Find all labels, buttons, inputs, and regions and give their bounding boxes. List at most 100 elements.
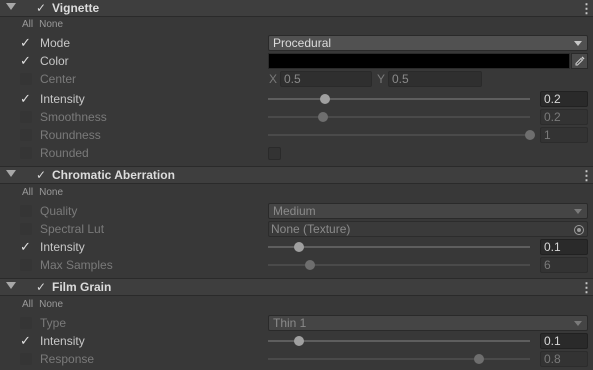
all-none-toggle: All None	[22, 299, 69, 310]
intensity-slider-track[interactable]	[268, 340, 530, 342]
property-row-intensity: Intensity 0.2	[0, 90, 593, 108]
property-label: Intensity	[40, 240, 85, 254]
field-value: 1	[544, 128, 551, 142]
roundness-slider-thumb[interactable]	[525, 130, 535, 140]
property-label: Mode	[40, 36, 71, 50]
all-link[interactable]: All	[22, 187, 33, 198]
property-row-intensity: Intensity 0.1	[0, 332, 593, 350]
response-slider-track[interactable]	[268, 358, 530, 360]
field-value: 0.1	[544, 240, 561, 254]
foldout-triangle-icon[interactable]	[6, 3, 16, 10]
eyedropper-button[interactable]	[571, 53, 588, 69]
film-grain-enabled-checkbox[interactable]: ✓	[36, 281, 48, 293]
section-title: Chromatic Aberration	[52, 168, 175, 182]
override-checkbox[interactable]	[20, 35, 32, 51]
property-row-spectral-lut: Spectral Lut None (Texture)	[0, 220, 593, 238]
chromatic-aberration-enabled-checkbox[interactable]: ✓	[36, 169, 48, 181]
all-none-toggle: All None	[22, 19, 69, 30]
section-header-vignette[interactable]: ✓ Vignette ⋮	[0, 0, 593, 17]
intensity-input[interactable]: 0.1	[540, 333, 588, 349]
y-label: Y	[377, 72, 386, 86]
smoothness-slider-thumb[interactable]	[318, 112, 328, 122]
spectral-lut-object-field[interactable]: None (Texture)	[268, 221, 588, 237]
all-link[interactable]: All	[22, 19, 33, 30]
vignette-enabled-checkbox[interactable]: ✓	[36, 2, 48, 14]
dropdown-value: Procedural	[273, 36, 332, 50]
intensity-input[interactable]: 0.2	[540, 91, 588, 107]
foldout-triangle-icon[interactable]	[6, 170, 16, 177]
override-checkbox[interactable]	[20, 333, 32, 349]
property-label: Quality	[40, 204, 78, 218]
override-checkbox[interactable]	[20, 239, 32, 255]
none-link[interactable]: None	[39, 299, 63, 310]
property-label: Color	[40, 54, 69, 68]
roundness-slider-track[interactable]	[268, 134, 530, 136]
intensity-slider-track[interactable]	[268, 98, 530, 100]
response-input[interactable]: 0.8	[540, 351, 588, 367]
property-row-mode: Mode Procedural	[0, 34, 593, 52]
field-value: 0.2	[544, 110, 561, 124]
foldout-triangle-icon[interactable]	[6, 282, 16, 289]
override-checkbox[interactable]	[20, 147, 32, 159]
dropdown-value: Medium	[273, 204, 316, 218]
color-swatch-field[interactable]	[268, 53, 570, 69]
center-x-input[interactable]: 0.5	[280, 71, 372, 87]
intensity-slider-thumb[interactable]	[294, 336, 304, 346]
override-checkbox[interactable]	[20, 91, 32, 107]
property-row-intensity: Intensity 0.1	[0, 238, 593, 256]
kebab-menu-icon[interactable]: ⋮	[580, 280, 593, 295]
override-checkbox[interactable]	[20, 53, 32, 69]
override-checkbox[interactable]	[20, 73, 32, 85]
override-checkbox[interactable]	[20, 223, 32, 235]
property-label: Spectral Lut	[40, 222, 105, 236]
intensity-slider-thumb[interactable]	[294, 242, 304, 252]
type-dropdown[interactable]: Thin 1	[268, 315, 588, 331]
field-value: 0.2	[544, 92, 561, 106]
response-slider-thumb[interactable]	[474, 354, 484, 364]
property-row-rounded: Rounded	[0, 144, 593, 162]
intensity-input[interactable]: 0.1	[540, 239, 588, 255]
kebab-menu-icon[interactable]: ⋮	[580, 168, 593, 183]
property-row-max-samples: Max Samples 6	[0, 256, 593, 274]
mode-dropdown[interactable]: Procedural	[268, 35, 588, 51]
rounded-toggle[interactable]	[268, 147, 281, 160]
property-row-smoothness: Smoothness 0.2	[0, 108, 593, 126]
eyedropper-icon	[575, 56, 585, 66]
override-checkbox[interactable]	[20, 205, 32, 217]
property-row-center: Center X 0.5 Y 0.5	[0, 70, 593, 88]
section-title: Film Grain	[52, 280, 112, 294]
property-row-response: Response 0.8	[0, 350, 593, 368]
max-samples-input[interactable]: 6	[540, 257, 588, 273]
none-link[interactable]: None	[39, 19, 63, 30]
property-row-color: Color	[0, 52, 593, 70]
intensity-slider-track[interactable]	[268, 246, 530, 248]
field-value: 0.5	[284, 72, 301, 86]
kebab-menu-icon[interactable]: ⋮	[580, 1, 593, 16]
chevron-down-icon	[574, 41, 582, 46]
property-label: Rounded	[40, 146, 89, 160]
property-label: Center	[40, 72, 77, 86]
override-checkbox[interactable]	[20, 111, 32, 123]
chevron-down-icon	[574, 321, 582, 326]
override-checkbox[interactable]	[20, 129, 32, 141]
property-label: Smoothness	[40, 110, 107, 124]
object-target-icon[interactable]	[574, 225, 584, 235]
none-link[interactable]: None	[39, 187, 63, 198]
field-value: None (Texture)	[271, 222, 351, 236]
property-row-quality: Quality Medium	[0, 202, 593, 220]
smoothness-slider-track[interactable]	[268, 116, 530, 118]
section-header-film-grain[interactable]: ✓ Film Grain ⋮	[0, 278, 593, 296]
smoothness-input[interactable]: 0.2	[540, 109, 588, 125]
override-checkbox[interactable]	[20, 353, 32, 365]
intensity-slider-thumb[interactable]	[320, 94, 330, 104]
center-y-input[interactable]: 0.5	[388, 71, 482, 87]
quality-dropdown[interactable]: Medium	[268, 203, 588, 219]
roundness-input[interactable]: 1	[540, 127, 588, 143]
property-label: Max Samples	[40, 258, 113, 272]
override-checkbox[interactable]	[20, 259, 32, 271]
section-header-chromatic-aberration[interactable]: ✓ Chromatic Aberration ⋮	[0, 166, 593, 184]
max-samples-slider-thumb[interactable]	[305, 260, 315, 270]
override-checkbox[interactable]	[20, 317, 32, 329]
field-value: 0.8	[544, 352, 561, 366]
all-link[interactable]: All	[22, 299, 33, 310]
